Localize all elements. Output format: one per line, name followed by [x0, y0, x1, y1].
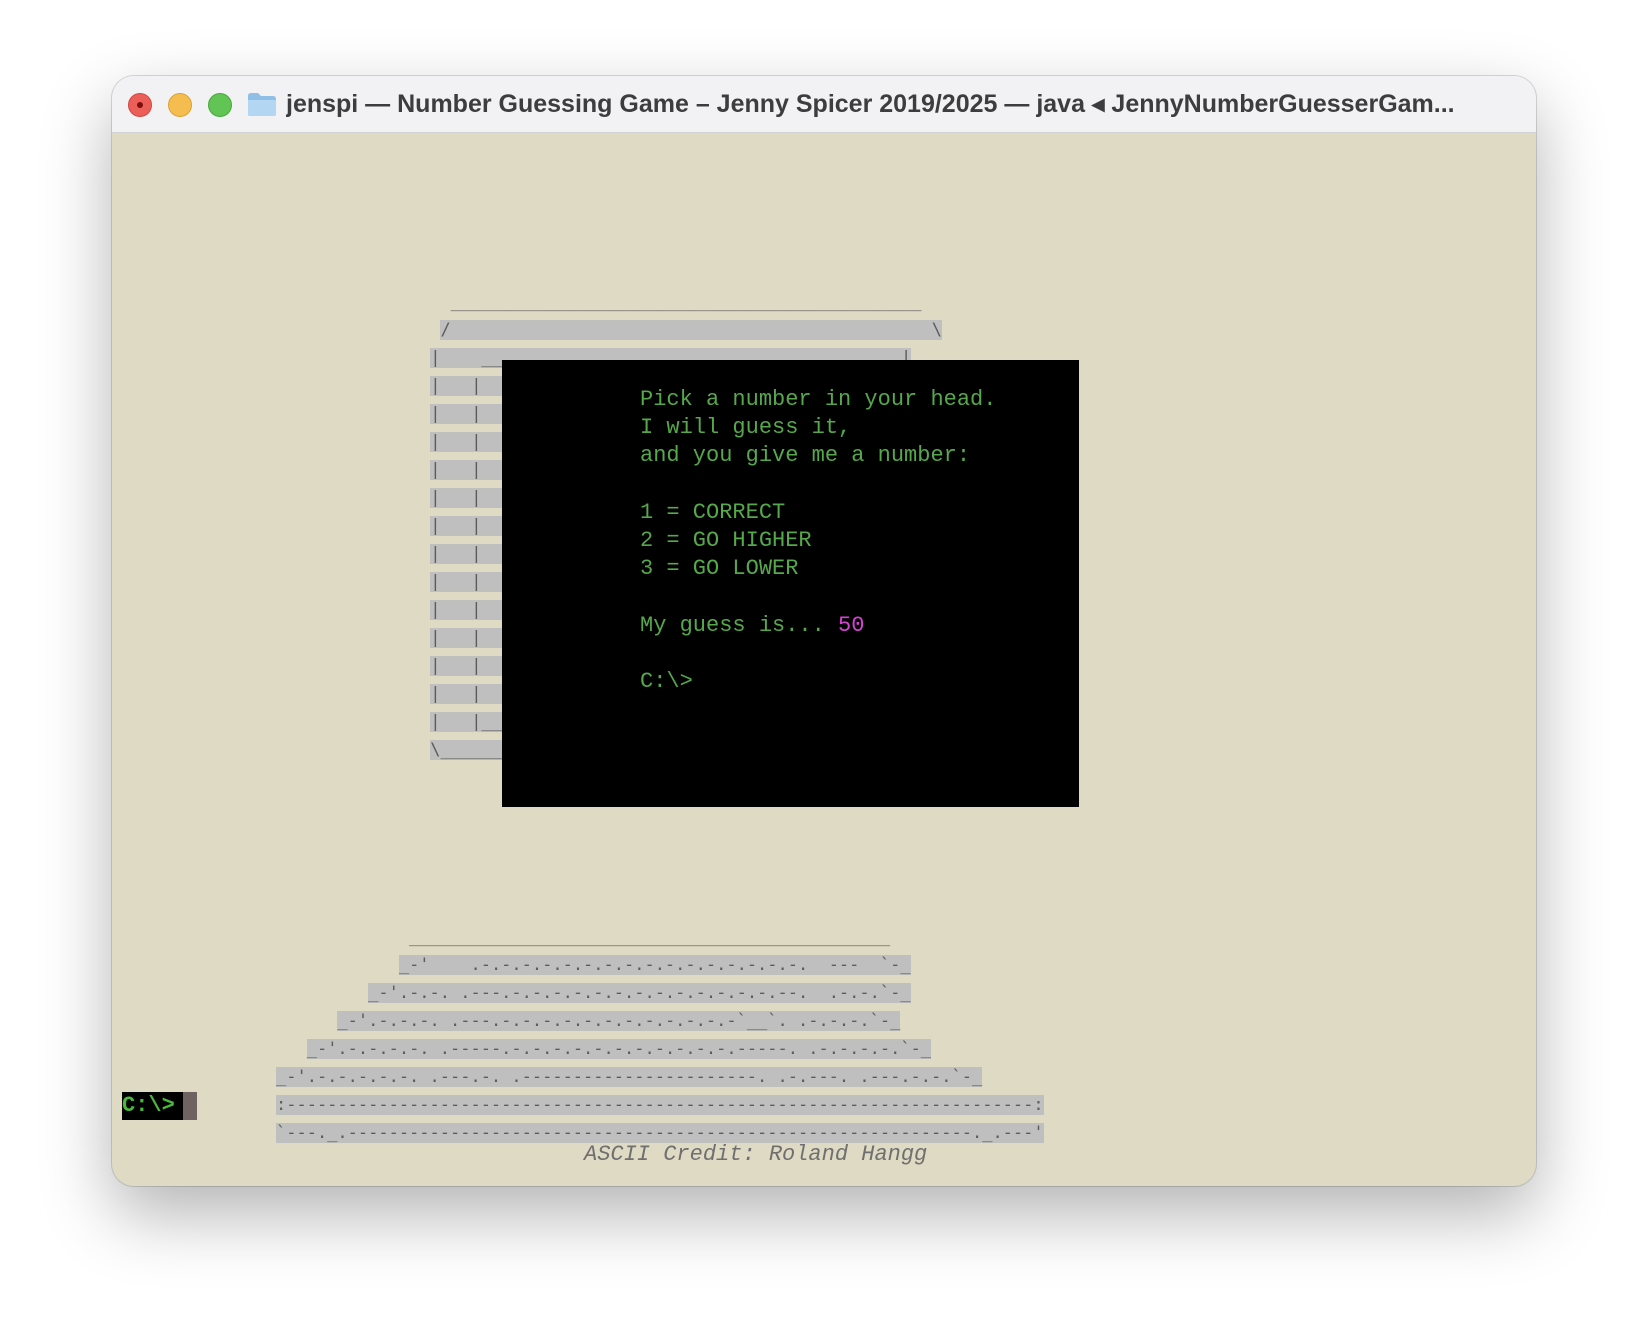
screen-prompt: C:\> [640, 669, 693, 695]
text-cursor [182, 1092, 197, 1120]
crt-output: Pick a number in your head. I will guess… [640, 386, 996, 696]
guess-label: My guess is... [640, 612, 839, 638]
guess-value: 50 [838, 612, 865, 638]
prompt-text: C:\> [122, 1092, 183, 1120]
ascii-keyboard: ________________________________________… [276, 927, 1044, 1143]
command-prompt[interactable]: C:\> [122, 1092, 197, 1120]
title-bar[interactable]: jenspi — Number Guessing Game – Jenny Sp… [112, 76, 1536, 133]
ascii-credit: ASCII Credit: Roland Hangg [584, 1142, 928, 1167]
folder-icon [248, 93, 276, 116]
instructions-text: Pick a number in your head. I will guess… [640, 387, 997, 582]
terminal-window: jenspi — Number Guessing Game – Jenny Sp… [112, 76, 1536, 1186]
close-button[interactable] [128, 93, 152, 117]
zoom-button[interactable] [208, 93, 232, 117]
minimize-button[interactable] [168, 93, 192, 117]
window-title: jenspi — Number Guessing Game – Jenny Sp… [286, 90, 1455, 118]
